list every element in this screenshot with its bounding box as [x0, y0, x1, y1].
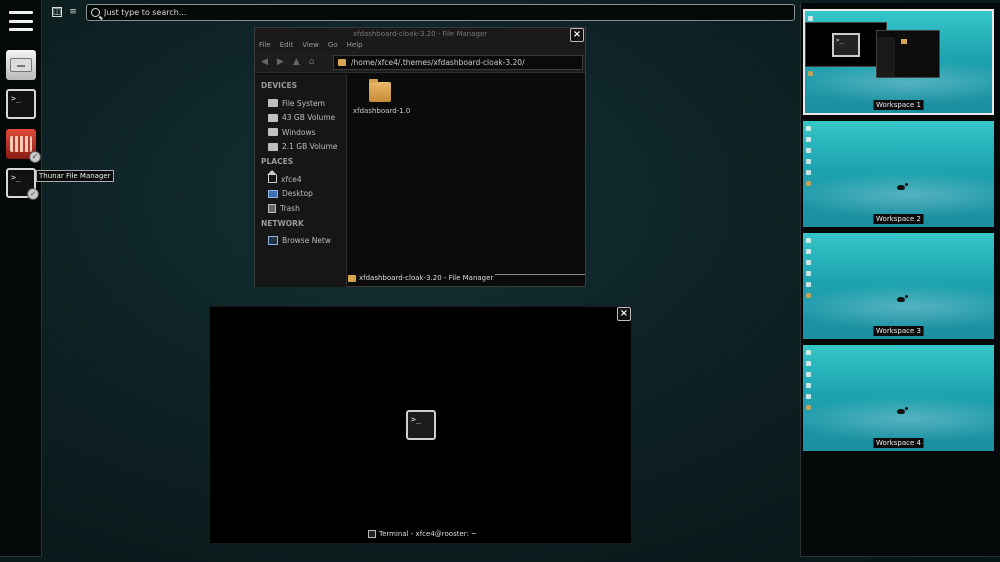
drive-icon	[268, 142, 278, 151]
quicklaunch-dock: >_ ✓ >_ ✓	[0, 0, 42, 557]
terminal-window-thumbnail: >_	[805, 22, 887, 67]
menu-go: Go	[327, 41, 338, 49]
search-input[interactable]	[104, 8, 784, 17]
applications-view-icon[interactable]: ≡	[68, 7, 78, 17]
network-icon	[268, 236, 278, 246]
folder-label: xfdashboard-1.0	[353, 107, 411, 115]
thunar-icon[interactable]: >_ ✓	[6, 168, 39, 200]
network-heading: NETWORK	[261, 218, 304, 228]
folder-icon	[338, 59, 346, 66]
terminal-icon[interactable]: >_	[6, 89, 36, 119]
trash-icon	[268, 203, 276, 213]
window-title: xfdashboard-cloak-3.20 - File Manager	[255, 28, 585, 40]
mouse-logo-icon	[897, 183, 908, 190]
workspace-3[interactable]: Workspace 3	[803, 233, 994, 339]
sidebar-item-label: xfce4	[281, 174, 302, 184]
workspace-4[interactable]: Workspace 4	[803, 345, 994, 451]
sidebar-item-label: Browse Netw	[282, 236, 331, 246]
menubar: File Edit View Go Help	[255, 40, 585, 51]
sidebar-item-windows: Windows	[261, 125, 346, 140]
drive-icon	[268, 128, 278, 137]
workspace-label: Workspace 3	[873, 326, 924, 336]
sidebar-item-label: Desktop	[282, 189, 313, 199]
terminal-icon: >_	[832, 33, 860, 57]
sidebar-item-trash: Trash	[261, 201, 346, 216]
sidebar-item-network: Browse Netw	[261, 234, 346, 249]
window-caption-label: xfdashboard-cloak-3.20 - File Manager	[359, 274, 494, 282]
desktop-icon	[268, 189, 278, 198]
sidebar-item-filesystem: File System	[261, 96, 346, 111]
drive-icon	[268, 99, 278, 108]
sidebar-item-label: Trash	[280, 203, 300, 213]
applications-menu-icon[interactable]	[6, 9, 36, 33]
home-nav-icon: ⌂	[308, 56, 315, 67]
sidebar-item-label: 43 GB Volume	[282, 113, 336, 123]
back-icon: ◀	[261, 56, 268, 67]
folder-icon	[369, 79, 391, 102]
file-manager-window-thumbnail	[876, 30, 940, 78]
location-bar: /home/xfce4/.themes/xfdashboard-cloak-3.…	[333, 55, 583, 70]
sidebar-item-label: File System	[282, 98, 325, 108]
settings-icon[interactable]: ✓	[6, 129, 41, 163]
menu-view: View	[302, 41, 319, 49]
location-path: /home/xfce4/.themes/xfdashboard-cloak-3.…	[351, 58, 525, 67]
close-icon[interactable]: ×	[570, 28, 584, 42]
forward-icon: ▶	[276, 56, 284, 67]
dock-tooltip: Thunar File Manager	[36, 170, 114, 182]
sidebar-item-volume-43: 43 GB Volume	[261, 111, 346, 126]
up-icon: ▲	[292, 56, 300, 67]
workspace-label: Workspace 1	[873, 100, 924, 110]
menu-help: Help	[346, 41, 363, 49]
file-manager-window-preview[interactable]: xfdashboard-cloak-3.20 - File Manager Fi…	[254, 27, 586, 287]
terminal-icon: >_	[406, 410, 436, 440]
desktop-icons	[806, 350, 811, 410]
devices-heading: DEVICES	[261, 81, 297, 90]
sidebar-item-desktop: Desktop	[261, 187, 346, 202]
view-selector: ◫ ≡	[52, 7, 78, 17]
workspace-label: Workspace 2	[873, 214, 924, 224]
search-icon	[91, 8, 100, 17]
windows-view-icon[interactable]: ◫	[52, 7, 62, 17]
window-caption-label: Terminal - xfce4@rooster: ~	[379, 530, 477, 538]
window-caption: xfdashboard-cloak-3.20 - File Manager	[348, 272, 496, 284]
close-icon[interactable]: ×	[617, 307, 631, 321]
sidebar-item-label: Windows	[282, 127, 316, 137]
side-pane: DEVICES File System 43 GB Volume Windows…	[255, 74, 347, 287]
window-caption: Terminal - xfce4@rooster: ~	[368, 528, 477, 540]
folder-icon	[348, 274, 356, 282]
file-cabinet-icon[interactable]	[6, 50, 36, 80]
mouse-logo-icon	[897, 407, 908, 414]
terminal-icon	[368, 530, 376, 538]
menu-edit: Edit	[279, 41, 294, 49]
sidebar-item-home: xfce4	[261, 170, 346, 187]
menu-file: File	[259, 41, 271, 49]
running-badge-icon: ✓	[29, 151, 41, 163]
search-box[interactable]	[86, 4, 795, 21]
desktop-icons	[806, 126, 811, 186]
desktop-icons	[806, 238, 811, 298]
mouse-logo-icon	[897, 295, 908, 302]
sidebar-item-volume-2: 2.1 GB Volume	[261, 140, 346, 155]
sidebar-item-label: 2.1 GB Volume	[282, 142, 338, 152]
drive-icon	[268, 113, 278, 122]
workspace-label: Workspace 4	[873, 438, 924, 448]
home-icon	[267, 170, 277, 184]
file-view: xfdashboard-1.0	[347, 74, 585, 274]
workspace-1[interactable]: >_ Workspace 1	[803, 9, 994, 115]
places-heading: PLACES	[261, 157, 294, 166]
running-badge-icon: ✓	[27, 188, 39, 200]
workspace-2[interactable]: Workspace 2	[803, 121, 994, 227]
